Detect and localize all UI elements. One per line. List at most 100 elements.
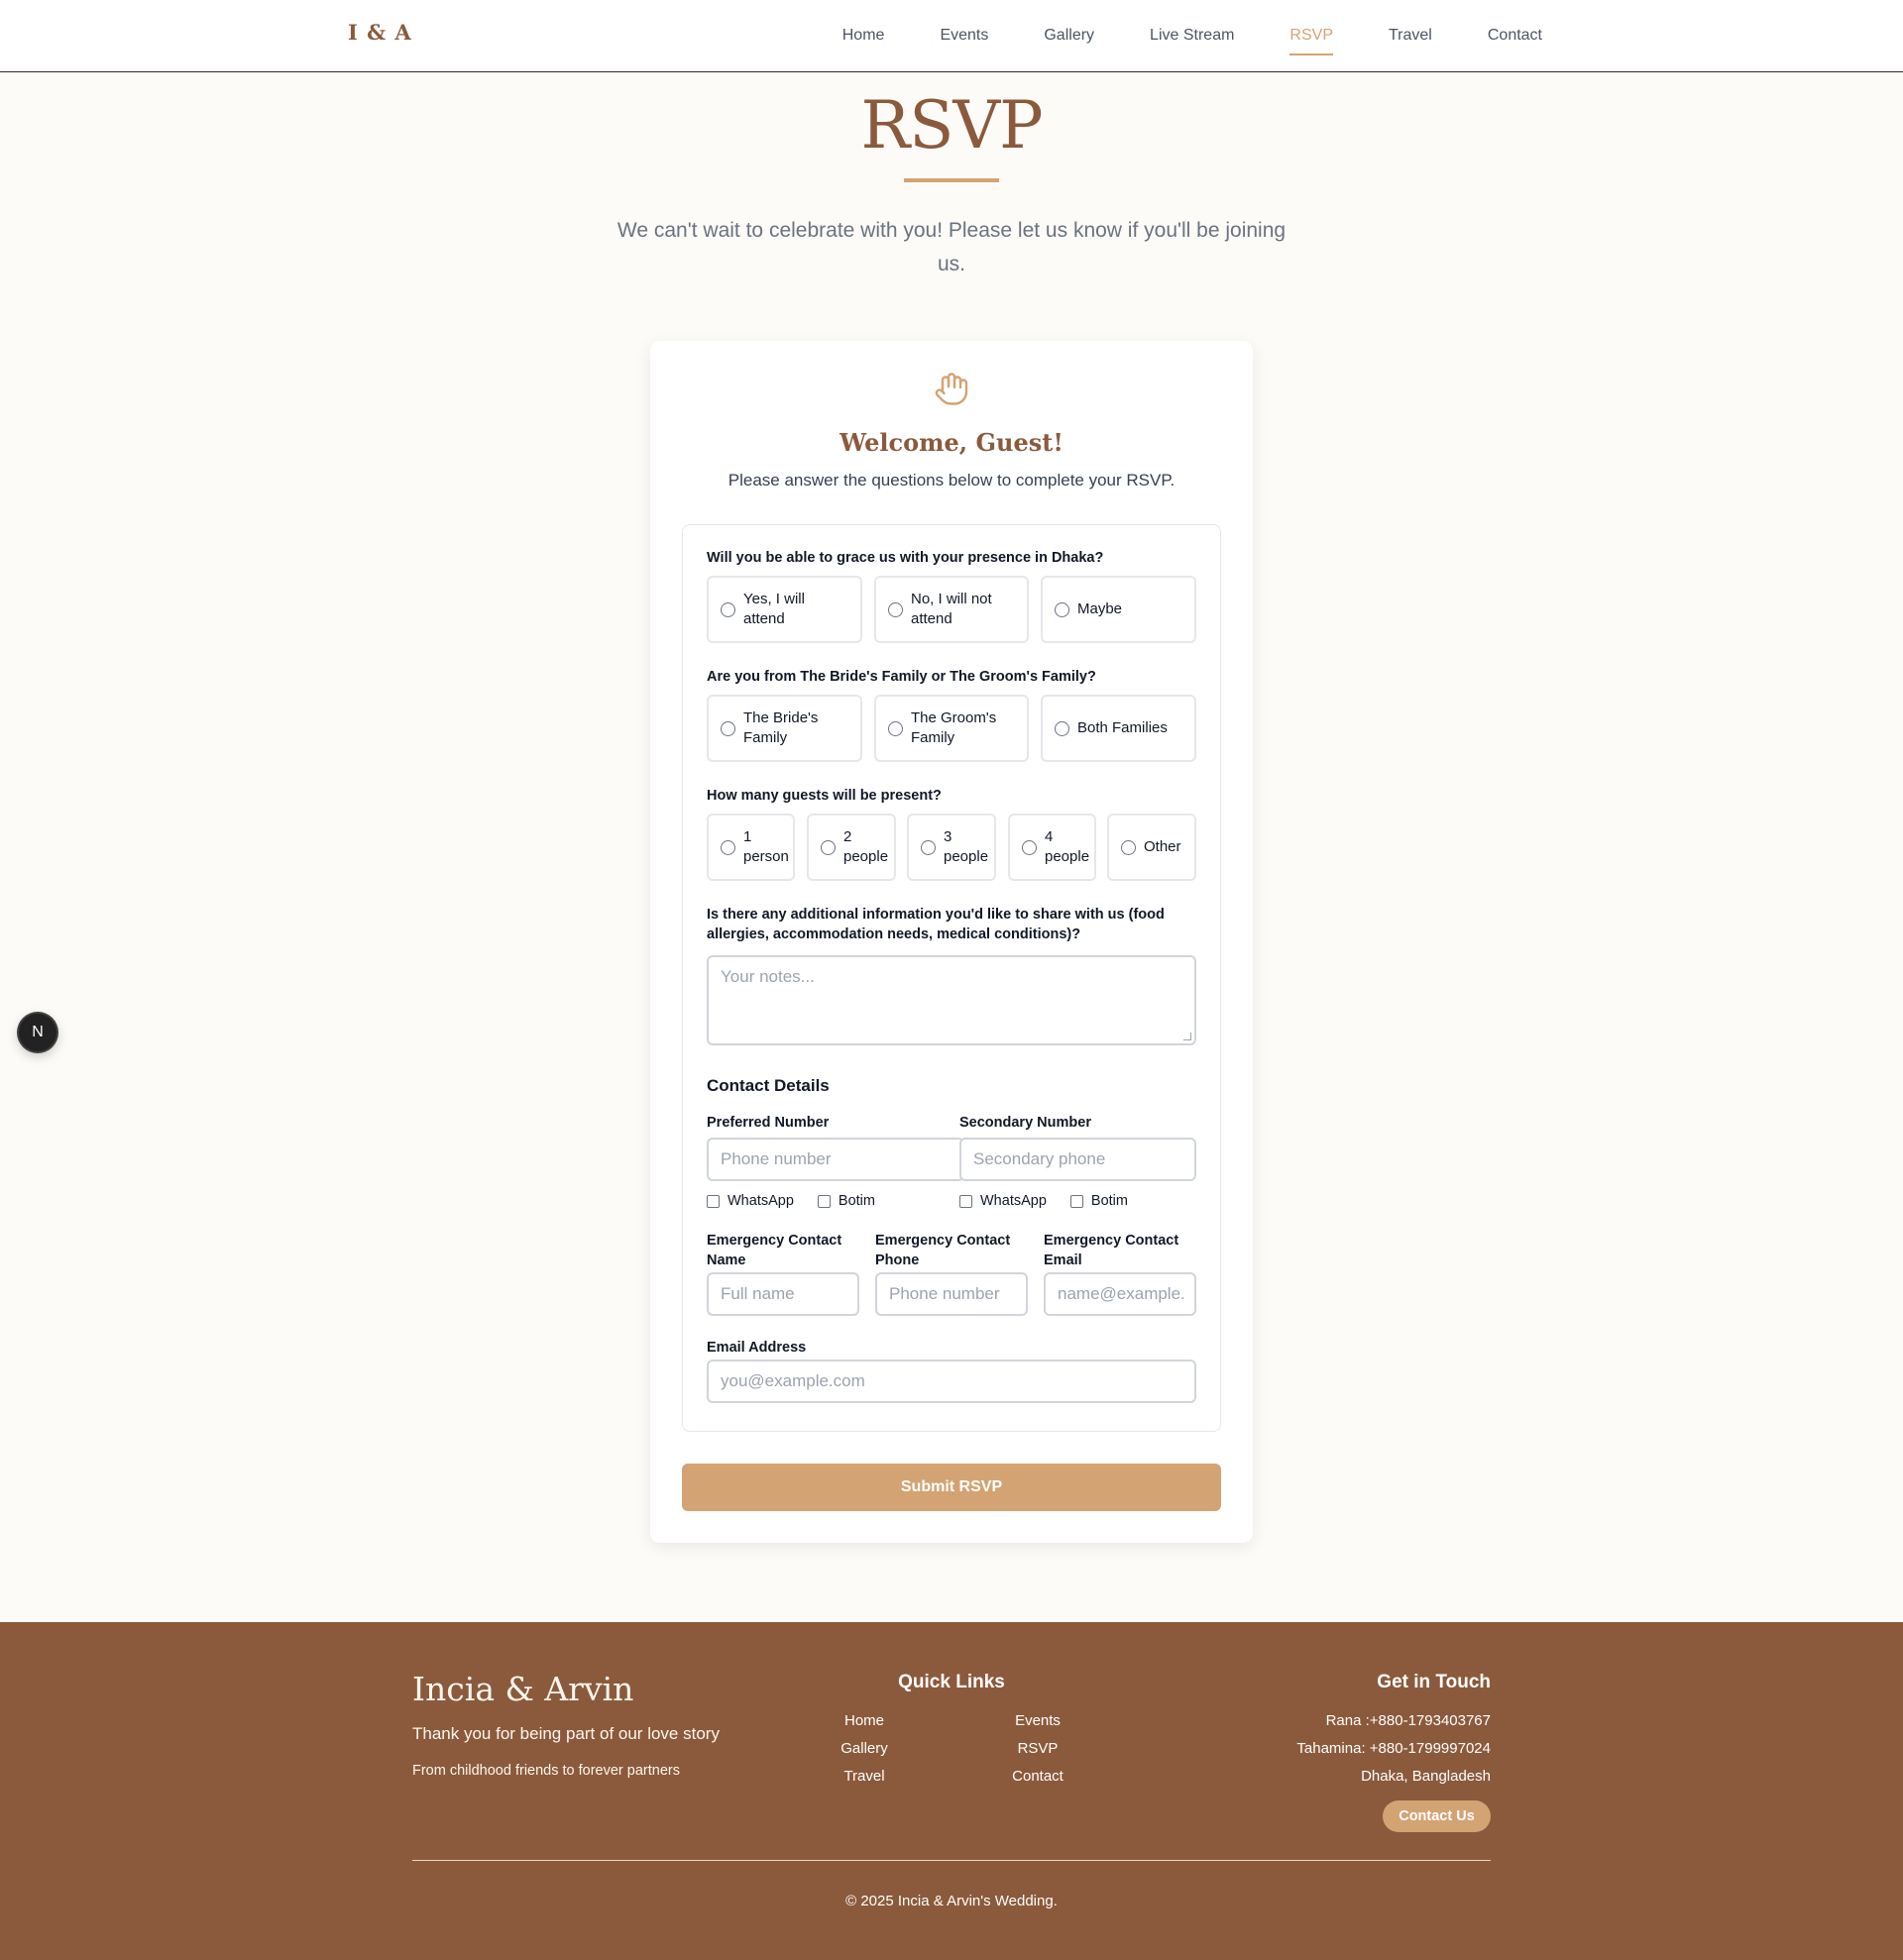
emergency-email-placeholder: name@example. bbox=[1058, 1284, 1185, 1303]
nav-link-gallery[interactable]: Gallery bbox=[1044, 0, 1094, 71]
emergency-phone-label: Emergency Contact Phone bbox=[875, 1233, 1011, 1268]
contact-tahamina-phone: Tahamina: +880-1799997024 bbox=[1296, 1740, 1491, 1757]
option-label: No, I will not attend bbox=[911, 591, 992, 627]
secondary-apps: WhatsApp Botim bbox=[959, 1193, 1152, 1209]
option-2-people[interactable]: 2 people bbox=[807, 814, 896, 881]
question-attend-label: Will you be able to grace us with your p… bbox=[707, 550, 1104, 566]
option-label: Yes, I will attend bbox=[743, 591, 805, 627]
email-address-input[interactable]: you@example.com bbox=[707, 1360, 1196, 1403]
preferred-number-label: Preferred Number bbox=[707, 1115, 830, 1131]
n-badge-icon[interactable]: N bbox=[19, 1014, 56, 1051]
welcome-instructions: Please answer the questions below to com… bbox=[728, 471, 1175, 490]
top-navbar: I & A Home Events Gallery Live Stream RS… bbox=[0, 0, 1903, 72]
checkbox-label: Botim bbox=[838, 1193, 875, 1209]
checkbox-icon[interactable] bbox=[817, 1194, 831, 1208]
hand-icon bbox=[935, 373, 968, 405]
radio-icon[interactable] bbox=[888, 720, 903, 736]
preferred-botim-checkbox[interactable]: Botim bbox=[817, 1193, 875, 1209]
page-title: RSVP bbox=[860, 87, 1044, 163]
footer-link-gallery[interactable]: Gallery bbox=[805, 1740, 924, 1757]
option-3-people[interactable]: 3 people bbox=[907, 814, 996, 881]
secondary-number-placeholder: Secondary phone bbox=[973, 1149, 1106, 1168]
option-label: 4 people bbox=[1045, 828, 1090, 865]
radio-icon[interactable] bbox=[1055, 601, 1069, 617]
nav-links: Home Events Gallery Live Stream RSVP Tra… bbox=[787, 0, 1542, 71]
option-yes-attend[interactable]: Yes, I will attend bbox=[707, 576, 862, 643]
nav-link-rsvp[interactable]: RSVP bbox=[1289, 0, 1333, 71]
emergency-name-placeholder: Full name bbox=[721, 1284, 795, 1303]
radio-icon[interactable] bbox=[721, 601, 735, 617]
preferred-apps: WhatsApp Botim bbox=[707, 1193, 899, 1209]
radio-icon[interactable] bbox=[888, 601, 903, 617]
footer-tagline: Thank you for being part of our love sto… bbox=[412, 1724, 720, 1743]
option-grooms-family[interactable]: The Groom's Family bbox=[874, 695, 1029, 762]
checkbox-icon[interactable] bbox=[1069, 1194, 1083, 1208]
nav-link-live-stream[interactable]: Live Stream bbox=[1150, 0, 1234, 71]
option-label: 3 people bbox=[944, 828, 989, 865]
notes-textarea[interactable]: Your notes... bbox=[707, 955, 1196, 1045]
contact-us-button[interactable]: Contact Us bbox=[1383, 1800, 1491, 1832]
option-label: The Bride's Family bbox=[743, 709, 819, 746]
notes-placeholder: Your notes... bbox=[721, 967, 815, 986]
footer-copyright: © 2025 Incia & Arvin's Wedding. bbox=[845, 1893, 1058, 1909]
rsvp-card: Welcome, Guest! Please answer the questi… bbox=[650, 341, 1253, 1543]
option-label: The Groom's Family bbox=[911, 709, 997, 746]
radio-icon[interactable] bbox=[721, 839, 735, 855]
radio-icon[interactable] bbox=[721, 720, 735, 736]
checkbox-icon[interactable] bbox=[707, 1194, 720, 1208]
preferred-whatsapp-checkbox[interactable]: WhatsApp bbox=[707, 1193, 794, 1209]
checkbox-label: WhatsApp bbox=[980, 1193, 1047, 1209]
checkbox-label: WhatsApp bbox=[728, 1193, 794, 1209]
option-label: Both Families bbox=[1077, 719, 1168, 736]
footer-brand: Incia & Arvin bbox=[412, 1670, 634, 1708]
site-logo[interactable]: I & A bbox=[348, 20, 412, 45]
question-info-label: Is there any additional information you'… bbox=[707, 907, 1165, 942]
email-address-label: Email Address bbox=[707, 1340, 807, 1356]
nav-link-home[interactable]: Home bbox=[842, 0, 885, 71]
option-maybe[interactable]: Maybe bbox=[1041, 576, 1196, 643]
welcome-heading: Welcome, Guest! bbox=[840, 428, 1063, 457]
contact-details-heading: Contact Details bbox=[707, 1076, 830, 1095]
radio-icon[interactable] bbox=[1055, 720, 1069, 736]
footer-link-rsvp[interactable]: RSVP bbox=[978, 1740, 1097, 1757]
footer-link-events[interactable]: Events bbox=[978, 1712, 1097, 1729]
option-1-person[interactable]: 1 person bbox=[707, 814, 795, 881]
secondary-whatsapp-checkbox[interactable]: WhatsApp bbox=[959, 1193, 1047, 1209]
resize-handle[interactable] bbox=[1183, 1033, 1191, 1040]
emergency-email-input[interactable]: name@example. bbox=[1044, 1272, 1196, 1316]
footer-link-home[interactable]: Home bbox=[805, 1712, 924, 1729]
option-both-families[interactable]: Both Families bbox=[1041, 695, 1196, 762]
option-label: Other bbox=[1144, 838, 1181, 855]
secondary-number-label: Secondary Number bbox=[959, 1115, 1091, 1131]
option-label: 2 people bbox=[843, 828, 889, 865]
contact-rana-phone: Rana :+880-1793403767 bbox=[1325, 1712, 1491, 1729]
option-brides-family[interactable]: The Bride's Family bbox=[707, 695, 862, 762]
contact-location: Dhaka, Bangladesh bbox=[1361, 1768, 1491, 1785]
secondary-number-input[interactable]: Secondary phone bbox=[959, 1138, 1196, 1181]
preferred-number-input[interactable]: Phone number bbox=[707, 1138, 964, 1181]
option-other[interactable]: Other bbox=[1107, 814, 1196, 881]
option-label: 1 person bbox=[743, 828, 789, 865]
radio-icon[interactable] bbox=[821, 839, 836, 855]
radio-icon[interactable] bbox=[1022, 839, 1037, 855]
radio-icon[interactable] bbox=[921, 839, 936, 855]
submit-rsvp-button[interactable]: Submit RSVP bbox=[682, 1464, 1221, 1511]
option-no-attend[interactable]: No, I will not attend bbox=[874, 576, 1029, 643]
footer-link-travel[interactable]: Travel bbox=[805, 1768, 924, 1785]
nav-link-events[interactable]: Events bbox=[940, 0, 988, 71]
checkbox-label: Botim bbox=[1090, 1193, 1128, 1209]
site-footer: Incia & Arvin Thank you for being part o… bbox=[0, 1622, 1903, 1960]
nav-link-contact[interactable]: Contact bbox=[1488, 0, 1542, 71]
nav-link-travel[interactable]: Travel bbox=[1389, 0, 1432, 71]
emergency-name-label: Emergency Contact Name bbox=[707, 1233, 842, 1268]
footer-link-contact[interactable]: Contact bbox=[978, 1768, 1097, 1785]
emergency-name-input[interactable]: Full name bbox=[707, 1272, 859, 1316]
option-4-people[interactable]: 4 people bbox=[1008, 814, 1096, 881]
emergency-phone-input[interactable]: Phone number bbox=[875, 1272, 1028, 1316]
secondary-botim-checkbox[interactable]: Botim bbox=[1069, 1193, 1128, 1209]
option-label: Maybe bbox=[1077, 600, 1123, 617]
footer-story: From childhood friends to forever partne… bbox=[412, 1763, 680, 1779]
radio-icon[interactable] bbox=[1121, 839, 1136, 855]
checkbox-icon[interactable] bbox=[959, 1194, 972, 1208]
email-address-placeholder: you@example.com bbox=[721, 1371, 865, 1390]
